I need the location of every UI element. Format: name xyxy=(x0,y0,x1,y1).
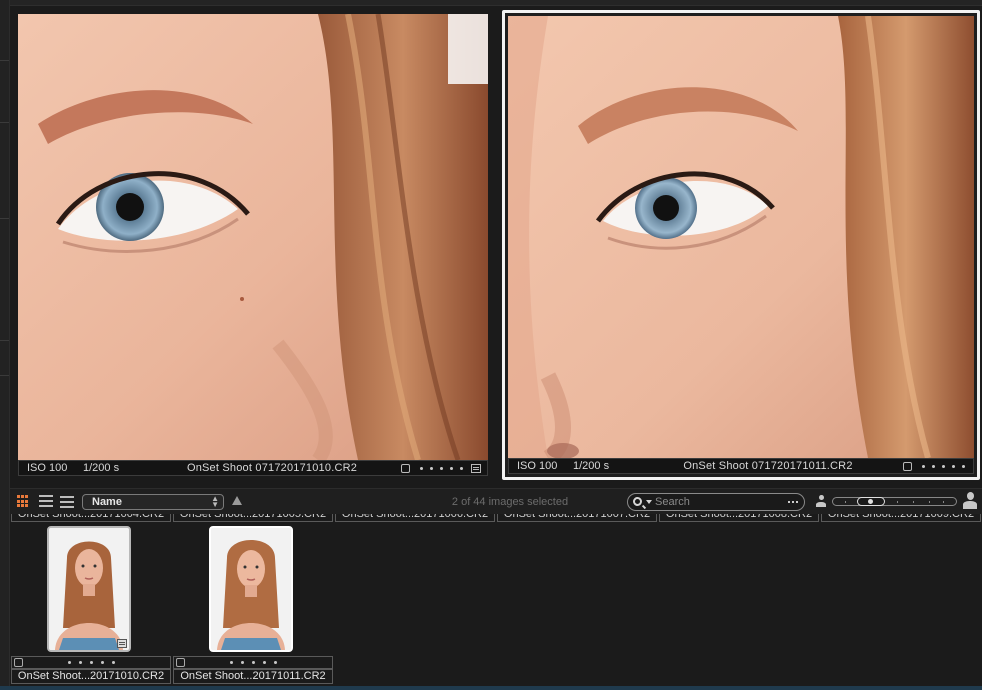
iso-label: ISO 100 xyxy=(517,460,558,472)
previous-row-labels: OnSet Shoot...20171004.CR2 OnSet Shoot..… xyxy=(10,514,982,522)
image-browser[interactable]: OnSet Shoot...20171004.CR2 OnSet Shoot..… xyxy=(10,514,982,690)
thumbnail-name[interactable]: OnSet Shoot...20171005.CR2 xyxy=(173,514,333,522)
search-icon xyxy=(633,497,642,506)
sort-field-label: Name xyxy=(92,496,122,508)
thumbnail-rating[interactable] xyxy=(11,656,171,669)
thumbnail-rating[interactable] xyxy=(173,656,333,669)
search-field[interactable] xyxy=(627,493,805,511)
sort-dropdown[interactable]: Name ▲ ▼ xyxy=(82,494,224,510)
search-options-chevron-icon[interactable] xyxy=(646,500,652,504)
thumbnail-image[interactable] xyxy=(47,526,131,652)
filmstrip-view-icon[interactable] xyxy=(60,495,74,508)
image-filename: OnSet Shoot 071720171010.CR2 xyxy=(186,462,358,474)
viewer-info-bar-right: ISO 100 1/200 s OnSet Shoot 071720171011… xyxy=(508,458,974,474)
select-checkbox[interactable] xyxy=(401,463,410,473)
slider-thumb[interactable] xyxy=(857,497,885,506)
thumbnail-name[interactable]: OnSet Shoot...20171009.CR2 xyxy=(821,514,981,522)
grid-view-icon[interactable] xyxy=(17,495,31,508)
star-rating[interactable] xyxy=(420,466,463,470)
select-checkbox[interactable] xyxy=(14,658,23,667)
viewer-left[interactable]: ISO 100 1/200 s OnSet Shoot 071720171010… xyxy=(18,14,488,476)
select-checkbox[interactable] xyxy=(903,461,912,471)
iso-label: ISO 100 xyxy=(27,462,68,474)
shutter-speed-label: 1/200 s xyxy=(83,462,120,474)
thumbnail-cell[interactable]: OnSet Shoot...20171010.CR2 xyxy=(10,526,172,686)
viewer-info-bar-left: ISO 100 1/200 s OnSet Shoot 071720171010… xyxy=(18,460,488,476)
chevron-updown-icon: ▲ ▼ xyxy=(211,494,219,509)
sort-direction-icon[interactable] xyxy=(232,496,242,505)
viewer-right[interactable]: ISO 100 1/200 s OnSet Shoot 071720171011… xyxy=(502,10,980,480)
thumbnail-name[interactable]: OnSet Shoot...20171010.CR2 xyxy=(11,669,171,684)
image-filename: OnSet Shoot 071720171011.CR2 xyxy=(683,460,853,472)
thumbnail-name[interactable]: OnSet Shoot...20171007.CR2 xyxy=(497,514,657,522)
more-options-icon[interactable] xyxy=(788,501,798,503)
thumbnail-size-slider[interactable] xyxy=(832,497,957,506)
viewer-image-right[interactable] xyxy=(508,16,974,458)
selection-status: 2 of 44 images selected xyxy=(451,496,569,508)
thumbnail-name[interactable]: OnSet Shoot...20171004.CR2 xyxy=(11,514,171,522)
select-checkbox[interactable] xyxy=(176,658,185,667)
search-input[interactable] xyxy=(655,495,775,509)
left-panel-edge xyxy=(0,0,10,690)
metadata-icon[interactable] xyxy=(471,463,481,473)
shutter-speed-label: 1/200 s xyxy=(573,460,610,472)
thumbnail-name[interactable]: OnSet Shoot...20171006.CR2 xyxy=(335,514,495,522)
metadata-icon xyxy=(117,639,127,648)
star-rating[interactable] xyxy=(922,464,965,468)
thumbnail-size-small-icon[interactable] xyxy=(816,495,826,507)
top-frame-edge xyxy=(0,0,982,6)
thumbnail-image[interactable] xyxy=(209,526,293,652)
list-view-icon[interactable] xyxy=(39,495,53,508)
thumbnail-name[interactable]: OnSet Shoot...20171011.CR2 xyxy=(173,669,333,684)
thumbnail-name[interactable]: OnSet Shoot...20171008.CR2 xyxy=(659,514,819,522)
viewer-image-left[interactable] xyxy=(18,14,488,460)
browser-toolbar: Name ▲ ▼ 2 of 44 images selected xyxy=(10,488,982,514)
thumbnail-size-large-icon[interactable] xyxy=(963,492,977,509)
window-bottom-edge xyxy=(0,686,982,690)
thumbnail-cell-selected[interactable]: OnSet Shoot...20171011.CR2 xyxy=(172,526,334,686)
